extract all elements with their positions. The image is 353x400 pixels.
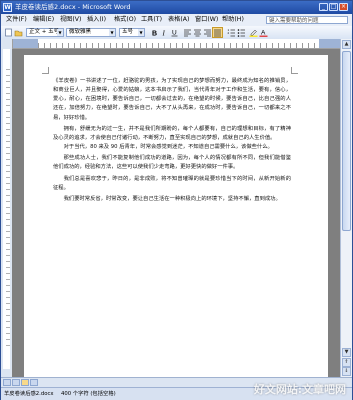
paragraph[interactable]: 那些成功人士，我们不能复制他们成功的道路，因为，每个人的情况都有所不同，但我们能… bbox=[53, 154, 291, 172]
paragraph[interactable]: 我们要时常反省，时常改变，要让自己生活在一种积极向上的环境下，坚持不懈，直到成功… bbox=[53, 195, 291, 204]
svg-text:A: A bbox=[261, 30, 266, 37]
scrollbar-thumb[interactable] bbox=[342, 51, 351, 231]
vertical-ruler-ticks bbox=[6, 69, 10, 349]
open-icon[interactable] bbox=[14, 28, 23, 37]
svg-text:I: I bbox=[162, 30, 166, 38]
font-value: 微软雅黑 bbox=[69, 29, 92, 35]
menu-window[interactable]: 窗口(W) bbox=[195, 14, 218, 26]
menu-tools[interactable]: 工具(T) bbox=[141, 14, 162, 26]
help-search-input[interactable]: 键入需要帮助的问题 bbox=[266, 16, 348, 24]
svg-text:U: U bbox=[172, 30, 177, 37]
chevron-down-icon[interactable]: ▼ bbox=[57, 29, 63, 36]
font-size-selector[interactable]: 五号 ▼ bbox=[119, 28, 145, 37]
minimize-icon[interactable]: _ bbox=[319, 3, 328, 11]
document-area[interactable]: 《羊皮卷》一书讲述了一位，赶骆驼的男孩，为了实现自己的梦想而努力，最终成为知名的… bbox=[12, 49, 341, 377]
print-view-icon[interactable] bbox=[21, 379, 29, 386]
maximize-icon[interactable]: □ bbox=[329, 3, 338, 11]
ruler-left-margin bbox=[12, 39, 38, 48]
ruler-right-margin bbox=[319, 39, 341, 48]
word-window: W 羊皮卷读后感2.docx - Microsoft Word _ □ × 文件… bbox=[0, 0, 353, 400]
vertical-ruler[interactable] bbox=[3, 49, 10, 369]
new-icon[interactable] bbox=[4, 28, 13, 37]
menu-format[interactable]: 格式(O) bbox=[114, 14, 136, 26]
paragraph[interactable]: 对于当代，80 来及 90 后青年，时常会感觉到迷茫，不知道自己需要什么，该做些… bbox=[53, 143, 291, 152]
status-document-name: 羊皮卷读后感2.docx bbox=[4, 391, 54, 397]
crop-mark bbox=[291, 67, 298, 74]
menu-insert[interactable]: 插入(I) bbox=[87, 14, 106, 26]
scroll-up-icon[interactable]: ▲ bbox=[342, 40, 351, 49]
menu-edit[interactable]: 编辑(E) bbox=[33, 14, 54, 26]
next-page-icon[interactable]: ⇓ bbox=[342, 367, 351, 376]
align-left-icon[interactable] bbox=[183, 28, 192, 37]
vertical-scrollbar[interactable]: ▲ ▼ ⇑ ⇓ bbox=[340, 39, 352, 377]
status-word-count[interactable]: 400 个字符 (包括空格) bbox=[61, 388, 116, 400]
menu-bar: 文件(F) 编辑(E) 视图(V) 插入(I) 格式(O) 工具(T) 表格(A… bbox=[1, 14, 352, 26]
outline-view-icon[interactable] bbox=[30, 379, 38, 386]
word-app-icon[interactable]: W bbox=[3, 3, 12, 12]
horizontal-ruler[interactable] bbox=[12, 39, 341, 49]
align-right-icon[interactable] bbox=[203, 28, 212, 37]
svg-text:B: B bbox=[152, 31, 157, 38]
menu-file[interactable]: 文件(F) bbox=[6, 14, 27, 26]
chevron-down-icon[interactable]: ▼ bbox=[138, 29, 144, 36]
close-icon[interactable]: × bbox=[339, 3, 348, 11]
bold-icon[interactable]: B bbox=[150, 28, 159, 38]
paragraph[interactable]: 我们总是喜欢悲于，昨日的，是非成败，将不知曾璀璨的就是要珍惜当下的时间，从新开始… bbox=[53, 175, 291, 193]
style-selector[interactable]: 正文 + 五号 ▼ bbox=[26, 28, 64, 37]
paragraph[interactable]: 《羊皮卷》一书讲述了一位，赶骆驼的男孩，为了实现自己的梦想而努力，最终成为知名的… bbox=[53, 77, 291, 123]
bullets-icon[interactable] bbox=[237, 28, 246, 37]
underline-icon[interactable]: U bbox=[170, 28, 179, 37]
numbering-icon[interactable]: 12 bbox=[227, 28, 236, 37]
menu-help[interactable]: 帮助(H) bbox=[222, 14, 244, 26]
window-title: 羊皮卷读后感2.docx - Microsoft Word bbox=[15, 3, 131, 11]
highlight-icon[interactable] bbox=[249, 28, 258, 37]
document-body[interactable]: 《羊皮卷》一书讲述了一位，赶骆驼的男孩，为了实现自己的梦想而努力，最终成为知名的… bbox=[53, 77, 291, 204]
ruler-ticks bbox=[38, 43, 319, 48]
previous-page-icon[interactable]: ⇑ bbox=[342, 358, 351, 367]
title-bar[interactable]: W 羊皮卷读后感2.docx - Microsoft Word _ □ × bbox=[1, 1, 352, 14]
scroll-down-icon[interactable]: ▼ bbox=[342, 348, 351, 357]
align-center-icon[interactable] bbox=[193, 28, 202, 37]
chevron-down-icon[interactable]: ▼ bbox=[109, 29, 115, 36]
font-selector[interactable]: 微软雅黑 ▼ bbox=[66, 28, 116, 37]
crop-mark bbox=[42, 67, 49, 74]
site-watermark: 好文网站:文章吧网 bbox=[253, 383, 346, 396]
style-value: 正文 + 五号 bbox=[29, 29, 60, 35]
document-page[interactable]: 《羊皮卷》一书讲述了一位，赶骆驼的男孩，为了实现自己的梦想而努力，最终成为知名的… bbox=[24, 55, 328, 377]
web-view-icon[interactable] bbox=[12, 379, 20, 386]
italic-icon[interactable]: I bbox=[160, 28, 169, 38]
justify-icon[interactable] bbox=[212, 27, 223, 38]
font-size-value: 五号 bbox=[122, 29, 134, 35]
menu-table[interactable]: 表格(A) bbox=[168, 14, 189, 26]
menu-view[interactable]: 视图(V) bbox=[60, 14, 81, 26]
formatting-toolbar: 正文 + 五号 ▼ 微软雅黑 ▼ 五号 ▼ B I U 12 A bbox=[1, 26, 352, 40]
font-color-icon[interactable]: A bbox=[259, 28, 268, 37]
normal-view-icon[interactable] bbox=[3, 379, 11, 386]
paragraph[interactable]: 拥有，舒缓无为的过一生，并不是我们所期盼的，每个人都要有，自己的理想和目标，有了… bbox=[53, 125, 291, 143]
svg-text:2: 2 bbox=[228, 31, 230, 35]
